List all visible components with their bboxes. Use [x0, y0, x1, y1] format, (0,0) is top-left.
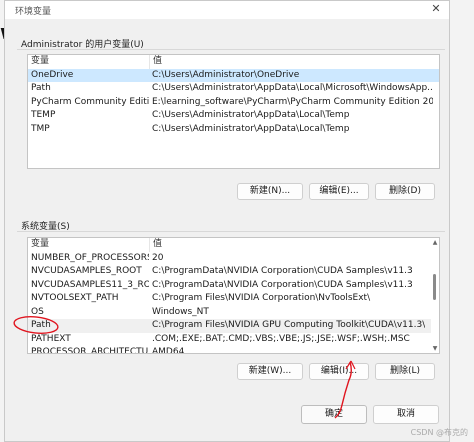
system-var-row[interactable]: NVTOOLSEXT_PATH C:\Program Files\NVIDIA C…	[28, 292, 431, 306]
var-value: C:\Users\Administrator\OneDrive	[152, 69, 300, 80]
system-vars-divider	[17, 231, 445, 232]
var-name: PATHEXT	[31, 333, 71, 344]
watermark: CSDN @布克的	[410, 428, 468, 437]
var-value: C:\Users\Administrator\AppData\Local\Tem…	[152, 110, 350, 120]
var-value: C:\Program Files\NVIDIA GPU Computing To…	[152, 320, 425, 330]
user-col-var-header[interactable]: 变量	[31, 55, 149, 69]
var-name: Path	[31, 320, 51, 330]
user-col-val-header[interactable]: 值	[149, 55, 433, 69]
dialog-title: 环境变量	[15, 7, 52, 17]
system-vars-header: 变量 值	[28, 238, 439, 252]
var-value: C:\Users\Administrator\AppData\Local\Mic…	[152, 83, 433, 93]
var-value: C:\ProgramData\NVIDIA Corporation\CUDA S…	[152, 266, 413, 276]
system-var-row[interactable]: PROCESSOR_ARCHITECTURE AMD64	[28, 346, 431, 354]
var-name: TEMP	[31, 110, 56, 120]
system-new-button[interactable]: 新建(W)...	[237, 363, 303, 380]
var-name: NUMBER_OF_PROCESSORS	[31, 252, 149, 263]
var-value: 20	[152, 252, 164, 263]
var-name: Path	[31, 83, 51, 93]
user-edit-button[interactable]: 编辑(E)...	[309, 183, 369, 200]
title-bar: 环境变量 ✕	[5, 1, 449, 19]
var-value: C:\Users\Administrator\AppData\Local\Tem…	[152, 123, 350, 134]
cancel-button[interactable]: 取消	[373, 405, 439, 424]
system-col-val-header[interactable]: 值	[149, 238, 433, 252]
system-vars-scrollbar[interactable]: ▲ ▼	[432, 238, 438, 353]
user-var-row[interactable]: TMP C:\Users\Administrator\AppData\Local\…	[28, 123, 439, 137]
var-name: OS	[31, 306, 44, 317]
system-var-row[interactable]: OS Windows_NT	[28, 306, 431, 320]
var-name: PROCESSOR_ARCHITECTURE	[31, 347, 149, 354]
scroll-thumb[interactable]	[433, 274, 436, 300]
scroll-up-icon[interactable]: ▲	[432, 240, 438, 246]
var-value: AMD64	[152, 347, 185, 354]
close-icon[interactable]: ✕	[429, 2, 443, 16]
user-var-row[interactable]: OneDrive C:\Users\Administrator\OneDrive	[28, 68, 439, 82]
user-var-row[interactable]: TEMP C:\Users\Administrator\AppData\Local…	[28, 109, 439, 123]
var-name: OneDrive	[31, 69, 74, 80]
system-var-row[interactable]: NUMBER_OF_PROCESSORS 20	[28, 252, 431, 266]
system-var-row[interactable]: NVCUDASAMPLES11_3_RO... C:\ProgramData\NV…	[28, 279, 431, 293]
user-vars-header: 变量 值	[28, 55, 439, 69]
user-new-button[interactable]: 新建(N)...	[237, 183, 303, 200]
user-var-row[interactable]: PyCharm Community Edition E:\learning_sof…	[28, 96, 439, 110]
system-col-var-header[interactable]: 变量	[31, 238, 149, 252]
user-vars-list[interactable]: 变量 值 OneDrive C:\Users\Administrator\OneD…	[27, 54, 440, 169]
var-value: .COM;.EXE;.BAT;.CMD;.VBS;.VBE;.JS;.JSE;.…	[152, 333, 410, 344]
system-var-row[interactable]: Path C:\Program Files\NVIDIA GPU Computin…	[28, 319, 431, 333]
var-value: C:\ProgramData\NVIDIA Corporation\CUDA S…	[152, 279, 413, 290]
var-name: PyCharm Community Edition	[31, 96, 149, 107]
system-vars-list[interactable]: 变量 值 NUMBER_OF_PROCESSORS 20 NVCUDASAMPLES…	[27, 237, 440, 354]
var-name: NVTOOLSEXT_PATH	[31, 293, 119, 303]
system-delete-button[interactable]: 删除(L)	[375, 363, 435, 380]
scroll-down-icon[interactable]: ▼	[432, 346, 438, 352]
user-var-row[interactable]: Path C:\Users\Administrator\AppData\Local…	[28, 82, 439, 96]
var-name: NVCUDASAMPLES_ROOT	[31, 266, 142, 276]
system-var-row[interactable]: NVCUDASAMPLES_ROOT C:\ProgramData\NVIDIA …	[28, 265, 431, 279]
var-value: E:\learning_software\PyCharm\PyCharm Com…	[152, 96, 433, 107]
var-value: Windows_NT	[152, 306, 209, 317]
system-var-row[interactable]: PATHEXT .COM;.EXE;.BAT;.CMD;.VBS;.VBE;.JS…	[28, 333, 431, 347]
var-name: NVCUDASAMPLES11_3_RO...	[31, 279, 149, 290]
var-value: C:\Program Files\NVIDIA Corporation\NvTo…	[152, 293, 371, 303]
user-delete-button[interactable]: 删除(D)	[375, 183, 435, 200]
environment-variables-dialog: 环境变量 ✕ Administrator 的用户变量(U) 变量 值 OneDr…	[4, 0, 450, 442]
ok-button[interactable]: 确定	[301, 405, 367, 424]
var-name: TMP	[31, 123, 50, 134]
system-edit-button[interactable]: 编辑(I)...	[309, 363, 369, 380]
user-vars-divider	[17, 49, 445, 50]
